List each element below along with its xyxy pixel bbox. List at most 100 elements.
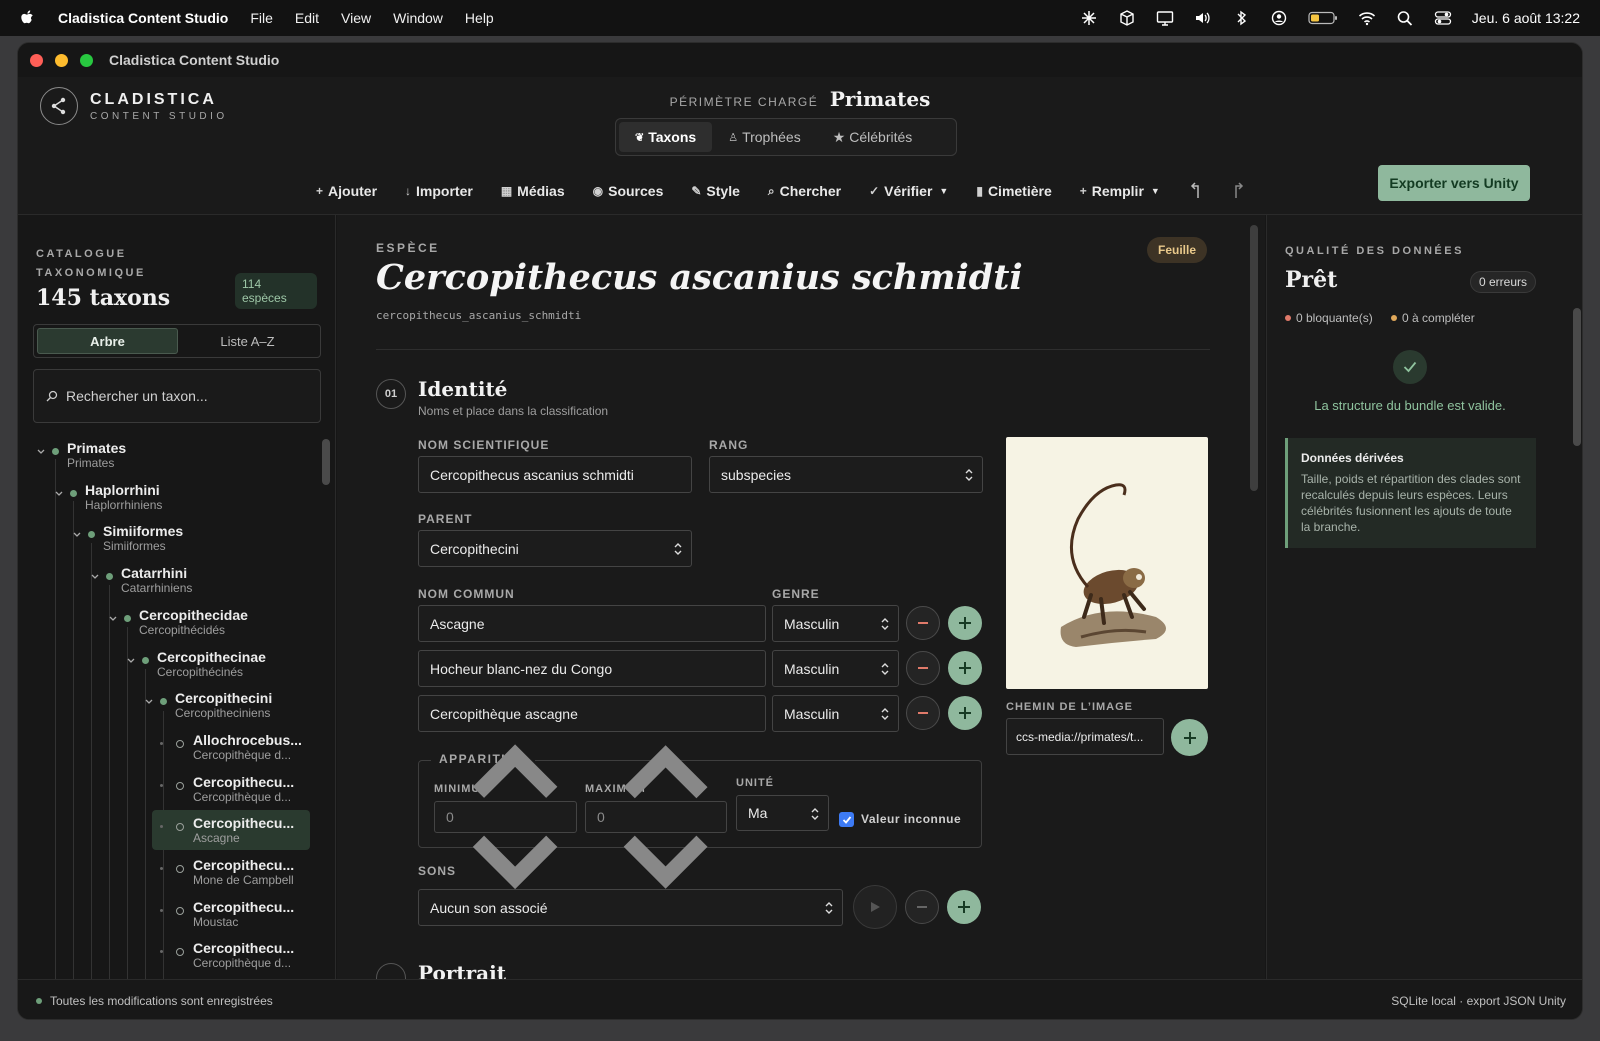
menu-file[interactable]: File [250, 10, 273, 26]
sources-button[interactable]: ◉ Sources [593, 183, 664, 199]
rank-select[interactable]: subspecies [709, 456, 983, 493]
display-icon[interactable] [1156, 10, 1174, 26]
remove-common-name-button[interactable] [906, 606, 940, 640]
catalog-label-line1: CATALOGUE [36, 248, 127, 260]
zoom-window-button[interactable] [80, 53, 93, 67]
add-button[interactable]: + Ajouter [316, 183, 377, 199]
import-button[interactable]: ↓ Importer [405, 183, 473, 199]
maximum-stepper[interactable]: 0 [585, 745, 727, 889]
chevron-down-icon[interactable] [54, 489, 64, 499]
view-tree-button[interactable]: Arbre [37, 328, 178, 354]
app-menu[interactable]: Cladistica Content Studio [58, 10, 228, 26]
species-count-value: 114 [242, 277, 262, 291]
search-icon [46, 390, 58, 402]
tree-node[interactable]: Cercopithecidae Cercopithécidés [18, 602, 318, 642]
fill-button[interactable]: + Remplir ▼ [1080, 183, 1160, 199]
menubar-clock[interactable]: Jeu. 6 août 13:22 [1472, 10, 1580, 26]
tree-node[interactable]: Cercopithecu... Cercopithèque d... [152, 935, 310, 975]
gender-select[interactable]: Masculin [772, 650, 899, 687]
undo-icon[interactable] [1188, 182, 1204, 200]
tree-node[interactable]: Catarrhini Catarrhiniens [18, 560, 318, 600]
remove-sound-button[interactable] [905, 890, 939, 924]
gender-select[interactable]: Masculin [772, 605, 899, 642]
chevron-down-icon[interactable] [144, 697, 154, 707]
tree-node[interactable]: Cercopithecu... Mone de Campbell [152, 852, 310, 892]
search-button[interactable]: ⌕ Chercher [768, 183, 841, 199]
play-sound-button[interactable] [853, 885, 897, 929]
unit-select[interactable]: Ma [736, 795, 829, 831]
tree-node[interactable]: Primates Primates [18, 435, 318, 475]
parent-select[interactable]: Cercopithecini [418, 530, 692, 567]
add-common-name-button[interactable] [948, 606, 982, 640]
menu-view[interactable]: View [341, 10, 371, 26]
common-name-value: Ascagne [430, 615, 485, 632]
clade-dot [124, 614, 131, 622]
tab-trophees[interactable]: ♙ Trophées [712, 122, 817, 152]
tree-scrollbar[interactable] [322, 439, 330, 485]
editor-scrollbar[interactable] [1250, 225, 1258, 491]
apple-icon[interactable] [20, 9, 36, 27]
remove-common-name-button[interactable] [906, 696, 940, 730]
redo-icon[interactable] [1230, 182, 1246, 200]
common-name-field[interactable]: Hocheur blanc-nez du Congo [418, 650, 766, 687]
unit-label: UNITÉ [736, 777, 774, 789]
unknown-value-label[interactable]: Valeur inconnue [861, 812, 961, 826]
style-button[interactable]: ✎ Style [691, 183, 740, 199]
wifi-icon[interactable] [1358, 10, 1376, 26]
volume-icon[interactable] [1194, 10, 1212, 26]
media-button[interactable]: ▦ Médias [501, 183, 565, 199]
window-scrollbar[interactable] [1573, 308, 1581, 446]
export-unity-button[interactable]: Exporter vers Unity [1378, 165, 1530, 201]
add-common-name-button[interactable] [948, 651, 982, 685]
add-image-button[interactable] [1171, 719, 1208, 756]
battery-icon[interactable] [1308, 11, 1338, 25]
image-path-field[interactable]: ccs-media://primates/t... [1006, 718, 1164, 755]
taxon-search-input[interactable]: Rechercher un taxon... [33, 369, 321, 423]
user-icon[interactable] [1270, 10, 1288, 26]
remove-common-name-button[interactable] [906, 651, 940, 685]
common-name-field[interactable]: Ascagne [418, 605, 766, 642]
chevron-down-icon[interactable] [72, 530, 82, 540]
minimize-window-button[interactable] [55, 53, 68, 67]
tree-node[interactable]: Simiiformes Simiiformes [18, 518, 318, 558]
search-placeholder: Rechercher un taxon... [66, 388, 208, 404]
cemetery-button[interactable]: ▮ Cimetière [976, 183, 1051, 199]
minus-icon [917, 906, 927, 908]
spotlight-search-icon[interactable] [1396, 10, 1414, 26]
tree-node[interactable]: Cercopithecini Cercopitheciniens [18, 685, 318, 725]
tree-node[interactable]: Haplorrhini Haplorrhiniens [18, 477, 318, 517]
unknown-value-checkbox[interactable] [839, 812, 854, 827]
tree-node[interactable]: Cercopithecu... Moustac [152, 894, 310, 934]
chevron-down-icon[interactable] [90, 572, 100, 582]
menu-edit[interactable]: Edit [295, 10, 319, 26]
species-illustration[interactable] [1006, 437, 1208, 689]
sparkle-icon[interactable] [1080, 10, 1098, 26]
bluetooth-icon[interactable] [1232, 10, 1250, 26]
close-window-button[interactable] [30, 53, 43, 67]
tree-node[interactable]: Allochrocebus... Cercopithèque d... [152, 727, 310, 767]
tab-taxons[interactable]: ❦ Taxons [619, 122, 713, 152]
scientific-name-field[interactable]: Cercopithecus ascanius schmidti [418, 456, 692, 493]
tree-node[interactable]: Cercopithecinae Cercopithécinés [18, 644, 318, 684]
verify-button[interactable]: ✓ Vérifier ▼ [869, 183, 948, 199]
sounds-select[interactable]: Aucun son associé [418, 889, 843, 926]
tree-node[interactable]: Cercopithecu... Ascagne [152, 810, 310, 851]
tab-celebrites[interactable]: ★ Célébrités [817, 122, 929, 152]
minimum-stepper[interactable]: 0 [434, 744, 577, 890]
plus-icon [1183, 731, 1196, 744]
chevron-down-icon[interactable] [108, 614, 118, 624]
view-list-button[interactable]: Liste A–Z [178, 328, 317, 354]
control-center-icon[interactable] [1434, 10, 1452, 26]
add-common-name-button[interactable] [948, 696, 982, 730]
menu-help[interactable]: Help [465, 10, 494, 26]
gender-select[interactable]: Masculin [772, 695, 899, 732]
tree-node-name: Catarrhini [121, 565, 188, 582]
add-sound-button[interactable] [947, 890, 981, 924]
chevron-down-icon[interactable] [36, 447, 46, 457]
derived-body: Taille, poids et répartition des clades … [1301, 472, 1521, 534]
plus-icon: + [316, 184, 324, 198]
tree-node[interactable]: Cercopithecu... Cercopithèque d... [152, 769, 310, 809]
menu-window[interactable]: Window [393, 10, 443, 26]
cube-icon[interactable] [1118, 10, 1136, 26]
chevron-down-icon[interactable] [126, 656, 136, 666]
